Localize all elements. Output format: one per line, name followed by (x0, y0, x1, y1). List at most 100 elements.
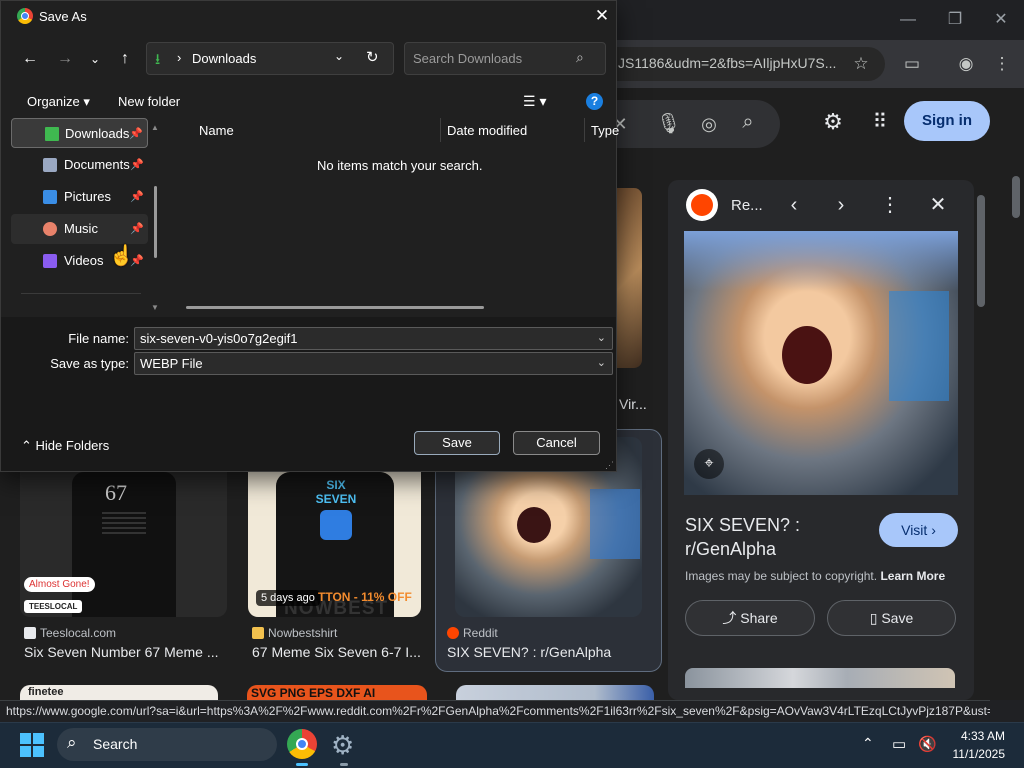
panel-scrollbar[interactable] (977, 195, 985, 307)
lens-icon[interactable]: ⌖ (694, 449, 724, 479)
cast-icon[interactable]: ▭ (900, 52, 924, 76)
hide-folders-toggle[interactable]: ⌃ Hide Folders (21, 438, 109, 454)
refresh-icon[interactable]: ↻ (366, 48, 379, 66)
windows-start-icon[interactable] (20, 733, 44, 757)
page-scrollbar[interactable] (1012, 176, 1020, 218)
network-icon[interactable]: ▭ (892, 735, 906, 753)
browser-menu-icon[interactable]: ⋮ (990, 52, 1014, 76)
maximize-icon[interactable]: ❐ (943, 8, 967, 32)
help-icon[interactable]: ? (586, 93, 603, 110)
next-arrow-icon[interactable]: › (829, 193, 853, 217)
result-image[interactable]: 67 Almost Gone! TEESLOCAL (20, 472, 227, 617)
result-source: Teeslocal.com (24, 626, 116, 640)
chrome-taskbar-icon[interactable] (287, 729, 317, 759)
dialog-close-icon[interactable]: ✕ (590, 4, 614, 28)
promo-text: TTON - 11% OFF (318, 590, 412, 604)
partial-result-title[interactable]: Vir... (619, 396, 647, 412)
active-app-indicator (296, 763, 308, 766)
cancel-button[interactable]: Cancel (513, 431, 600, 455)
bookmark-star-icon[interactable]: ☆ (849, 52, 873, 76)
result-image[interactable]: SIX SEVEN NOWBEST 5 days ago TTON - 11% … (248, 472, 421, 617)
result-image[interactable]: finetee (20, 685, 218, 700)
shirt-graphic-text: SIX SEVEN (315, 478, 357, 506)
file-name-input[interactable]: six-seven-v0-yis0o7g2egif1 ⌄ (134, 327, 613, 350)
minimize-icon[interactable]: — (896, 8, 920, 32)
volume-muted-icon[interactable]: 🔇 (918, 735, 937, 753)
preview-image[interactable]: ⌖ (684, 231, 958, 495)
pin-icon: 📌 (129, 128, 143, 140)
column-header-type[interactable]: Type (591, 123, 619, 138)
result-image[interactable] (456, 685, 654, 700)
search-icon[interactable]: ⌕ (736, 110, 760, 134)
chevron-down-icon[interactable]: ⌄ (597, 328, 606, 349)
lens-search-icon[interactable]: ◎ (697, 112, 721, 136)
more-options-icon[interactable]: ⋮ (878, 193, 902, 217)
partial-promo-text: SVG PNG EPS DXF AI (251, 686, 376, 700)
file-list-hscrollbar[interactable] (186, 306, 484, 309)
nav-scrollbar[interactable] (154, 186, 157, 258)
save-as-dialog: Save As ✕ ← → ⌄ ↑ ⭳ › Downloads ⌄ ↻ Sear… (0, 0, 619, 472)
apps-grid-icon[interactable]: ⠿ (868, 110, 892, 134)
column-header-name[interactable]: Name (199, 123, 234, 138)
close-panel-icon[interactable]: ✕ (926, 193, 950, 217)
address-breadcrumb[interactable]: ⭳ › Downloads ⌄ ↻ (146, 42, 394, 75)
taskbar-search-label: Search (93, 736, 138, 752)
nav-item-documents[interactable]: Documents 📌 (11, 150, 148, 180)
column-header-date[interactable]: Date modified (447, 123, 527, 138)
result-time-badge: 5 days ago (256, 590, 320, 606)
new-folder-button[interactable]: New folder (118, 94, 180, 109)
organize-button[interactable]: Organize ▾ (27, 94, 90, 110)
empty-state-message: No items match your search. (317, 158, 483, 173)
nav-item-music[interactable]: Music 📌 (11, 214, 148, 244)
save-type-select[interactable]: WEBP File ⌄ (134, 352, 613, 375)
result-image[interactable]: SVG PNG EPS DXF AI (247, 685, 427, 700)
breadcrumb-location[interactable]: Downloads (192, 51, 256, 66)
result-title[interactable]: SIX SEVEN? : r/GenAlpha (447, 644, 611, 660)
panel-title-line2: r/GenAlpha (685, 539, 777, 559)
prev-arrow-icon[interactable]: ‹ (782, 193, 806, 217)
save-button[interactable]: Save (414, 431, 500, 455)
chevron-down-icon[interactable]: ⌄ (597, 353, 606, 374)
visit-button[interactable]: Visit › (879, 513, 958, 547)
bookmark-icon: ▯ (869, 610, 878, 626)
chevron-up-icon: ⌃ (21, 438, 32, 453)
search-icon[interactable]: ⌕ (576, 49, 584, 66)
pin-icon: 📌 (130, 159, 144, 171)
nav-item-downloads[interactable]: Downloads 📌 (11, 118, 148, 148)
resize-grip-icon[interactable]: ⋰ (605, 460, 614, 471)
learn-more-link[interactable]: Learn More (880, 569, 945, 583)
nav-scroll-up-icon[interactable]: ▲ (151, 123, 159, 132)
nav-item-pictures[interactable]: Pictures 📌 (11, 182, 148, 212)
save-image-button[interactable]: ▯ Save (827, 600, 956, 636)
related-images-strip[interactable] (685, 668, 955, 688)
nav-scroll-down-icon[interactable]: ▼ (151, 303, 159, 312)
sign-in-button[interactable]: Sign in (904, 101, 990, 141)
settings-gear-icon[interactable]: ⚙ (821, 110, 845, 134)
back-arrow-icon[interactable]: ← (16, 45, 44, 73)
status-url: https://www.google.com/url?sa=i&url=http… (0, 700, 990, 722)
pin-icon: 📌 (130, 223, 144, 235)
clock-time[interactable]: 4:33 AM (945, 729, 1005, 743)
open-app-indicator (340, 763, 348, 766)
partial-result-image[interactable] (617, 188, 642, 368)
shirt-number: 67 (105, 480, 127, 505)
panel-source[interactable]: Re... (731, 197, 763, 214)
dialog-title: Save As (39, 9, 87, 24)
share-icon: ⤴ (722, 610, 737, 626)
result-title[interactable]: 67 Meme Six Seven 6-7 I... (252, 644, 421, 660)
result-title[interactable]: Six Seven Number 67 Meme ... (24, 644, 219, 660)
voice-search-icon[interactable]: 🎙 (656, 112, 681, 136)
clock-date[interactable]: 11/1/2025 (945, 747, 1006, 761)
settings-gear-icon[interactable]: ⚙ (331, 730, 354, 761)
profile-icon[interactable]: ◉ (954, 52, 978, 76)
view-options-icon[interactable]: ☰ ▾ (523, 93, 546, 110)
forward-arrow-icon[interactable]: → (51, 45, 79, 73)
up-arrow-icon[interactable]: ↑ (111, 45, 139, 73)
taskbar-search[interactable] (57, 728, 277, 761)
close-window-icon[interactable]: ✕ (989, 8, 1013, 32)
partial-brand-text: finetee (28, 686, 64, 698)
share-button[interactable]: ⤴ Share (685, 600, 815, 636)
recent-locations-icon[interactable]: ⌄ (81, 45, 109, 73)
address-dropdown-icon[interactable]: ⌄ (334, 49, 344, 63)
show-hidden-icons-icon[interactable]: ⌃ (862, 735, 874, 752)
